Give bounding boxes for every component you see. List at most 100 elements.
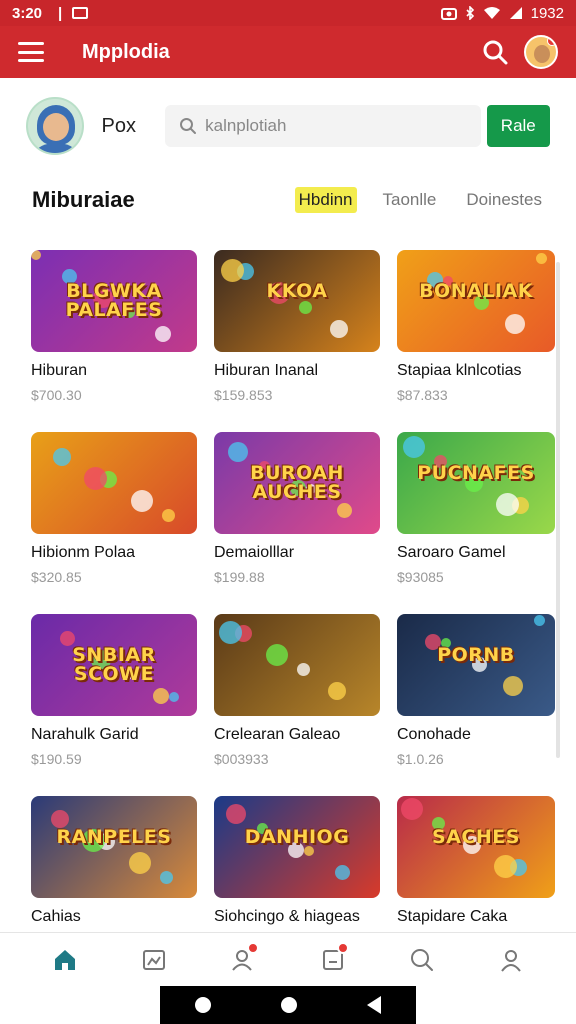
thumbnail-decoration xyxy=(160,871,173,884)
thumbnail-decoration xyxy=(534,615,545,626)
nav-profile[interactable] xyxy=(491,940,531,980)
game-thumbnail[interactable]: BUROAH AUCHES xyxy=(214,432,380,534)
search-icon[interactable] xyxy=(482,39,508,65)
game-thumbnail[interactable]: PUCNAFES xyxy=(397,432,555,534)
game-thumbnail[interactable]: KKOA xyxy=(214,250,380,352)
nav-search[interactable] xyxy=(402,940,442,980)
game-card[interactable]: Hibionm Polaa $320.85 xyxy=(31,432,197,614)
nav-notifications[interactable] xyxy=(223,940,263,980)
profile-avatar[interactable] xyxy=(26,97,84,155)
game-title: Demaiolllar xyxy=(214,544,295,561)
filter-tab-2[interactable]: Taonlle xyxy=(379,187,441,213)
thumbnail-decoration xyxy=(337,503,352,518)
nav-inbox[interactable] xyxy=(313,940,353,980)
game-price: $87.833 xyxy=(397,387,448,403)
game-title: Hiburan Inanal xyxy=(214,362,319,379)
recents-button[interactable] xyxy=(195,997,211,1013)
game-card[interactable]: Crelearan Galeao $003933 xyxy=(214,614,380,796)
game-thumbnail[interactable]: BLGWKA PALAFES xyxy=(31,250,197,352)
thumbnail-decoration xyxy=(328,682,346,700)
notification-icon xyxy=(72,7,89,19)
game-thumbnail[interactable]: SNBIAR SCOWE xyxy=(31,614,197,716)
nav-home[interactable] xyxy=(45,940,85,980)
thumbnail-decoration xyxy=(496,493,519,516)
search-field[interactable] xyxy=(165,105,481,147)
home-button[interactable] xyxy=(281,997,297,1013)
back-button[interactable] xyxy=(367,996,381,1014)
section-header: Miburaiae Hbdinn Taonlle Doinestes xyxy=(0,182,576,218)
profile-icon xyxy=(501,949,522,972)
game-title: Siohcingo & hiageas xyxy=(214,908,360,925)
game-thumbnail[interactable]: DANHIOG xyxy=(214,796,380,898)
filter-tab-3[interactable]: Doinestes xyxy=(462,187,546,213)
game-title: Narahulk Garid xyxy=(31,726,139,743)
profile-row: Pox Rale xyxy=(0,96,576,156)
game-art-title: PORNB xyxy=(437,644,515,666)
game-price: $1.0.26 xyxy=(397,751,444,767)
game-title: Stapidare Caka xyxy=(397,908,508,925)
game-art-title: SACHES xyxy=(432,826,520,848)
thumbnail-decoration xyxy=(266,644,288,666)
filter-tab-1[interactable]: Hbdinn xyxy=(294,187,357,213)
scrollbar[interactable] xyxy=(556,262,560,758)
thumbnail-decoration xyxy=(84,467,107,490)
thumbnail-decoration xyxy=(153,688,169,704)
game-art-title: BUROAH AUCHES xyxy=(250,462,344,503)
game-card[interactable]: BONALIAK Stapiaa klnlcotias $87.833 xyxy=(397,250,555,432)
game-price: $003933 xyxy=(214,751,269,767)
thumbnail-decoration xyxy=(330,320,348,338)
thumbnail-decoration xyxy=(505,314,525,334)
search-input[interactable] xyxy=(205,116,466,136)
game-thumbnail[interactable] xyxy=(214,614,380,716)
game-art-title: PUCNAFES xyxy=(417,462,535,484)
home-icon xyxy=(54,949,75,970)
app-title: Mpplodia xyxy=(82,40,170,63)
game-thumbnail[interactable] xyxy=(31,432,197,534)
thumbnail-decoration xyxy=(31,250,41,260)
system-navigation-bar xyxy=(160,986,416,1024)
game-art-title: DANHIOG xyxy=(244,826,350,848)
avatar-badge xyxy=(547,37,556,46)
search-icon xyxy=(410,948,433,971)
game-thumbnail[interactable]: SACHES xyxy=(397,796,555,898)
menu-icon[interactable] xyxy=(18,42,44,62)
game-thumbnail[interactable]: RANPELES xyxy=(31,796,197,898)
thumbnail-decoration xyxy=(129,852,151,874)
rate-button[interactable]: Rale xyxy=(486,105,550,147)
game-card[interactable]: BLGWKA PALAFES Hiburan $700.30 xyxy=(31,250,197,432)
game-thumbnail[interactable]: BONALIAK xyxy=(397,250,555,352)
game-title: Cahias xyxy=(31,908,81,925)
game-card[interactable]: KKOA Hiburan Inanal $159.853 xyxy=(214,250,380,432)
status-clock-right: 1932 xyxy=(530,4,564,22)
wifi-icon xyxy=(483,7,500,19)
game-price: $700.30 xyxy=(31,387,82,403)
notification-badge xyxy=(247,941,260,954)
bottom-navigation xyxy=(0,932,576,986)
search-icon xyxy=(180,118,197,134)
game-card[interactable]: PORNB Conohade $1.0.26 xyxy=(397,614,555,796)
section-title: Miburaiae xyxy=(32,187,135,212)
game-card[interactable]: PUCNAFES Saroaro Gamel $93085 xyxy=(397,432,555,614)
game-card[interactable]: BUROAH AUCHES Demaiolllar $199.88 xyxy=(214,432,380,614)
thumbnail-decoration xyxy=(169,692,179,702)
thumbnail-decoration xyxy=(403,436,425,458)
thumbnail-decoration xyxy=(226,804,246,824)
game-thumbnail[interactable]: PORNB xyxy=(397,614,555,716)
game-title: Conohade xyxy=(397,726,471,743)
signal-icon xyxy=(509,7,522,19)
user-avatar[interactable] xyxy=(524,35,558,69)
game-title: Hibionm Polaa xyxy=(31,544,136,561)
game-price: $159.853 xyxy=(214,387,273,403)
game-price: $199.88 xyxy=(214,569,265,585)
thumbnail-decoration xyxy=(221,259,244,282)
game-art-title: BONALIAK xyxy=(419,280,533,302)
nav-gallery[interactable] xyxy=(134,940,174,980)
thumbnail-decoration xyxy=(299,301,312,314)
thumbnail-decoration xyxy=(155,326,171,342)
game-price: $93085 xyxy=(397,569,444,585)
game-art-title: RANPELES xyxy=(56,826,172,848)
thumbnail-decoration xyxy=(494,855,517,878)
bluetooth-icon xyxy=(466,6,474,20)
game-card[interactable]: SNBIAR SCOWE Narahulk Garid $190.59 xyxy=(31,614,197,796)
thumbnail-decoration xyxy=(131,490,153,512)
